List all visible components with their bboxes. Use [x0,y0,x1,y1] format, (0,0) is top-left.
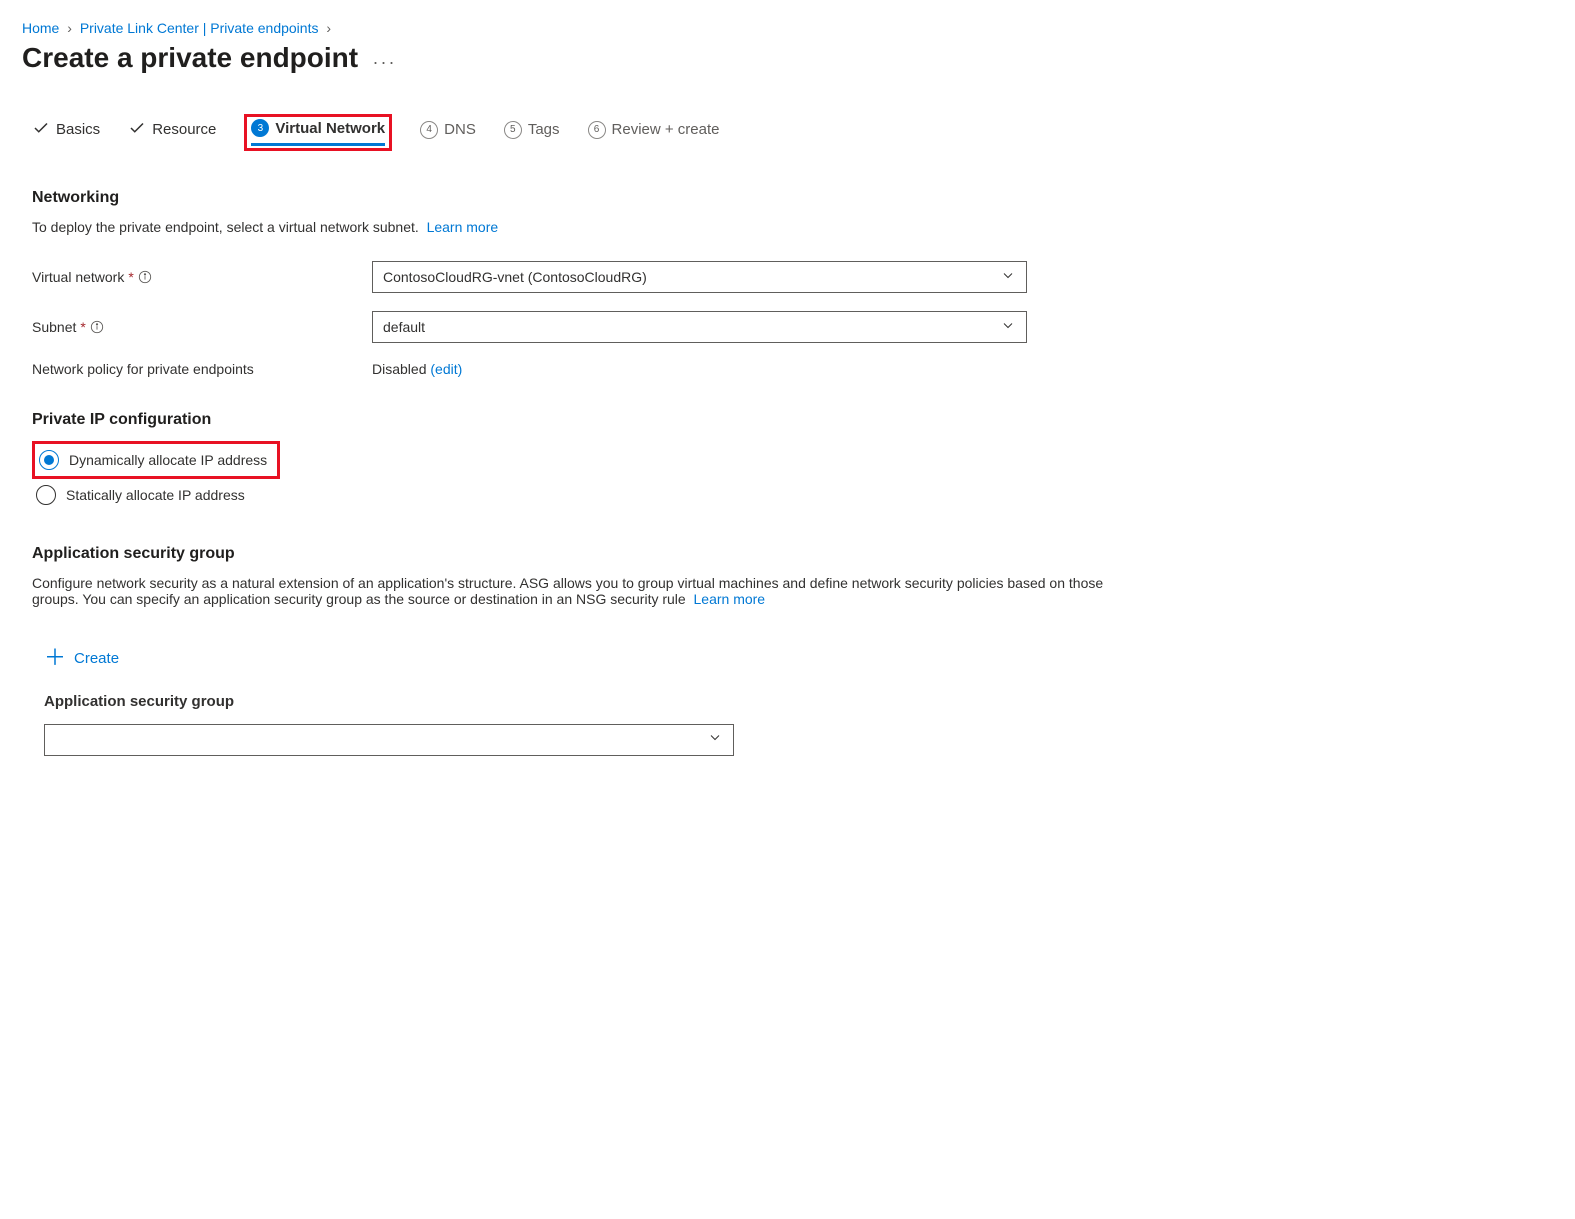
highlight-dynamic-radio: Dynamically allocate IP address [32,441,280,479]
edit-link[interactable]: (edit) [430,361,462,377]
vnet-label: Virtual network * [32,269,372,285]
tab-dns[interactable]: 4 DNS [420,121,476,145]
chevron-down-icon [1000,318,1016,337]
radio-static[interactable]: Statically allocate IP address [32,479,1553,511]
info-icon[interactable] [90,320,104,334]
label-text: Network policy for private endpoints [32,361,254,377]
subnet-label: Subnet * [32,319,372,335]
vnet-select[interactable]: ContosoCloudRG-vnet (ContosoCloudRG) [372,261,1027,293]
info-icon[interactable] [138,270,152,284]
tab-basics[interactable]: Basics [32,119,100,147]
policy-label: Network policy for private endpoints [32,361,372,377]
chevron-down-icon [707,730,723,751]
radio-label: Dynamically allocate IP address [69,452,267,468]
wizard-tabs: Basics Resource 3 Virtual Network 4 DNS … [32,114,1553,151]
select-value: ContosoCloudRG-vnet (ContosoCloudRG) [383,269,647,285]
desc-text: To deploy the private endpoint, select a… [32,219,419,235]
subnet-select[interactable]: default [372,311,1027,343]
step-badge: 5 [504,121,522,139]
highlight-vnet-tab: 3 Virtual Network [244,114,392,151]
check-icon [128,119,146,141]
required-mark: * [128,269,133,285]
tab-resource[interactable]: Resource [128,119,216,147]
create-asg-button[interactable]: ＋ Create [44,647,119,669]
plus-icon: ＋ [44,647,66,669]
tab-label: Basics [56,121,100,138]
step-badge: 6 [588,121,606,139]
ip-config-heading: Private IP configuration [32,411,1553,429]
tab-label: Resource [152,121,216,138]
chevron-down-icon [1000,268,1016,287]
tab-label: Review + create [612,121,720,138]
tab-label: DNS [444,121,476,138]
asg-field-label: Application security group [44,693,1553,710]
tab-label: Tags [528,121,560,138]
label-text: Subnet [32,319,76,335]
tab-virtual-network[interactable]: 3 Virtual Network [251,119,385,146]
chevron-right-icon: › [67,20,72,36]
required-mark: * [80,319,85,335]
radio-indicator [36,485,56,505]
page-title: Create a private endpoint [22,42,358,74]
radio-dot [44,455,54,465]
tab-tags[interactable]: 5 Tags [504,121,560,145]
button-label: Create [74,650,119,667]
check-icon [32,119,50,141]
label-text: Virtual network [32,269,124,285]
ip-config-radio-group: Dynamically allocate IP address Statical… [32,441,1553,511]
learn-more-link[interactable]: Learn more [694,591,766,607]
chevron-right-icon: › [326,20,331,36]
breadcrumb-pl-center[interactable]: Private Link Center | Private endpoints [80,20,319,36]
step-badge: 3 [251,119,269,137]
breadcrumb: Home › Private Link Center | Private end… [22,20,1553,36]
asg-heading: Application security group [32,545,1553,563]
learn-more-link[interactable]: Learn more [427,219,499,235]
networking-heading: Networking [32,189,1553,207]
select-value: default [383,319,425,335]
radio-indicator [39,450,59,470]
desc-text: Configure network security as a natural … [32,575,1103,607]
radio-label: Statically allocate IP address [66,487,245,503]
asg-desc: Configure network security as a natural … [32,575,1152,607]
tab-label: Virtual Network [275,120,385,137]
policy-value: Disabled (edit) [372,361,462,377]
tab-review-create[interactable]: 6 Review + create [588,121,720,145]
breadcrumb-home[interactable]: Home [22,20,59,36]
step-badge: 4 [420,121,438,139]
radio-dynamic[interactable]: Dynamically allocate IP address [35,444,271,476]
value-text: Disabled [372,361,426,377]
more-icon[interactable]: ··· [373,52,397,73]
asg-select[interactable] [44,724,734,756]
networking-desc: To deploy the private endpoint, select a… [32,219,1553,235]
